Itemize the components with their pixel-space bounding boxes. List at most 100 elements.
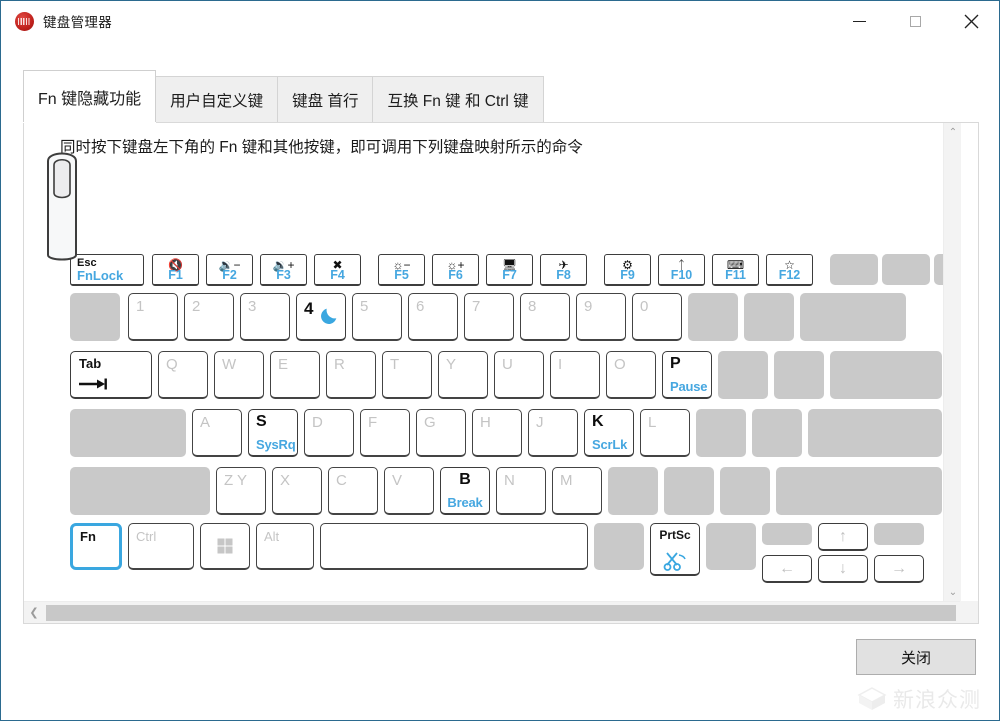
key-l[interactable]: L [640,409,690,457]
key-t[interactable]: T [382,351,432,399]
key-0-label: 0 [640,298,649,315]
key-6-label: 6 [416,298,425,315]
key-alt-label: Alt [264,529,280,544]
horizontal-scrollbar[interactable]: ❮ ❯ [24,601,978,623]
key-f8-airplane-mode[interactable]: ✈ F8 [540,254,587,286]
arrow-left-icon: ← [779,559,795,577]
key-c[interactable]: C [328,467,378,515]
key-6[interactable]: 6 [408,293,458,341]
key-y[interactable]: Y [438,351,488,399]
key-esc-fnlock[interactable]: Esc FnLock [70,254,144,286]
key-l-label: L [648,414,657,431]
key-z-y[interactable]: Z Y [216,467,266,515]
key-f3-volume-up[interactable]: 🔉+ F3 [260,254,307,286]
key-dim-backspace [800,293,906,341]
key-alt[interactable]: Alt [256,523,314,570]
key-zy-label: Z Y [224,472,248,489]
key-c-label: C [336,472,347,489]
key-f9-label: F9 [620,268,635,282]
key-arrow-right[interactable]: → [874,555,924,583]
maximize-button[interactable] [887,1,943,41]
key-tab[interactable]: Q Tab [70,351,152,399]
key-d[interactable]: D [304,409,354,457]
key-windows[interactable] [200,523,250,570]
key-f11-keyboard[interactable]: ⌨ F11 [712,254,759,286]
tab-keyboard-first-row[interactable]: 键盘 首行 [277,76,374,122]
key-f4-mic-mute[interactable]: ✖ F4 [314,254,361,286]
key-space[interactable] [320,523,588,570]
key-d-label: D [312,414,323,431]
scroll-down-button[interactable]: ⌄ [944,583,961,601]
key-v[interactable]: V [384,467,434,515]
snipping-tool-icon [663,552,686,571]
tab-swap-fn-ctrl[interactable]: 互换 Fn 键 和 Ctrl 键 [372,76,544,122]
key-a[interactable]: A [192,409,242,457]
key-b-break[interactable]: B Break [440,467,490,515]
vertical-scrollbar[interactable]: ⌃ ⌄ [943,123,961,601]
scroll-left-button[interactable]: ❮ [24,602,44,624]
key-u[interactable]: U [494,351,544,399]
key-r[interactable]: R [326,351,376,399]
key-5-label: 5 [360,298,369,315]
key-7[interactable]: 7 [464,293,514,341]
key-h[interactable]: H [472,409,522,457]
key-prtsc-label: PrtSc [659,528,691,542]
key-dim-lshift [70,467,210,515]
key-f2-volume-down[interactable]: 🔉− F2 [206,254,253,286]
tab-fn-hidden-functions[interactable]: Fn 键隐藏功能 [23,70,157,122]
key-dim-altgr [594,523,644,570]
scroll-up-button[interactable]: ⌃ [944,123,961,141]
key-f12-star[interactable]: ☆ F12 [766,254,813,286]
key-q[interactable]: Q [158,351,208,399]
key-f5-brightness-down[interactable]: ☼− F5 [378,254,425,286]
key-1[interactable]: 1 [128,293,178,341]
key-3[interactable]: 3 [240,293,290,341]
key-k-scrlk[interactable]: K ScrLk [584,409,634,457]
key-arrow-up[interactable]: ↑ [818,523,868,551]
key-0[interactable]: 0 [632,293,682,341]
key-f6-brightness-up[interactable]: ☼+ F6 [432,254,479,286]
key-f12-label: F12 [778,268,801,282]
key-dim-semicolon [696,409,746,457]
key-prtsc[interactable]: PrtSc [650,523,700,576]
key-f10-bluetooth[interactable]: ᛏ F10 [658,254,705,286]
key-f11-label: F11 [725,268,746,282]
key-s-sysrq[interactable]: S SysRq [248,409,298,457]
key-f9-settings[interactable]: ⚙ F9 [604,254,651,286]
tab-user-defined-keys[interactable]: 用户自定义键 [155,76,279,122]
key-8[interactable]: 8 [520,293,570,341]
key-j[interactable]: J [528,409,578,457]
key-f1-mute[interactable]: 🔇 F1 [152,254,199,286]
key-e[interactable]: E [270,351,320,399]
key-5[interactable]: 5 [352,293,402,341]
finger-pointer-illustration [47,152,77,261]
key-arrow-down[interactable]: ↓ [818,555,868,583]
key-break-label: Break [447,495,483,510]
key-g[interactable]: G [416,409,466,457]
key-dim-enter [808,409,942,457]
key-fn[interactable]: Fn [70,523,122,570]
scrollbar-corner [960,601,978,623]
key-k-label: K [592,413,604,430]
key-p-pause[interactable]: P Pause [662,351,712,399]
minimize-button[interactable] [831,1,887,41]
key-f7-projector[interactable]: 🖥 F7 [486,254,533,286]
key-2[interactable]: 2 [184,293,234,341]
key-dim-tilde [70,293,120,341]
key-f[interactable]: F [360,409,410,457]
key-i[interactable]: I [550,351,600,399]
key-ctrl[interactable]: Ctrl [128,523,194,570]
key-w-label: W [222,356,237,373]
close-window-button[interactable] [943,1,999,41]
key-4-sleep[interactable]: 4 [296,293,346,341]
key-w[interactable]: W [214,351,264,399]
key-x[interactable]: X [272,467,322,515]
key-9[interactable]: 9 [576,293,626,341]
key-o[interactable]: O [606,351,656,399]
horizontal-scroll-thumb[interactable] [46,604,956,621]
key-n[interactable]: N [496,467,546,515]
key-arrow-left[interactable]: ← [762,555,812,583]
instruction-text: 同时按下键盘左下角的 Fn 键和其他按键，即可调用下列键盘映射所示的命令 [60,139,583,156]
key-m[interactable]: M [552,467,602,515]
close-button[interactable]: 关闭 [856,639,976,675]
